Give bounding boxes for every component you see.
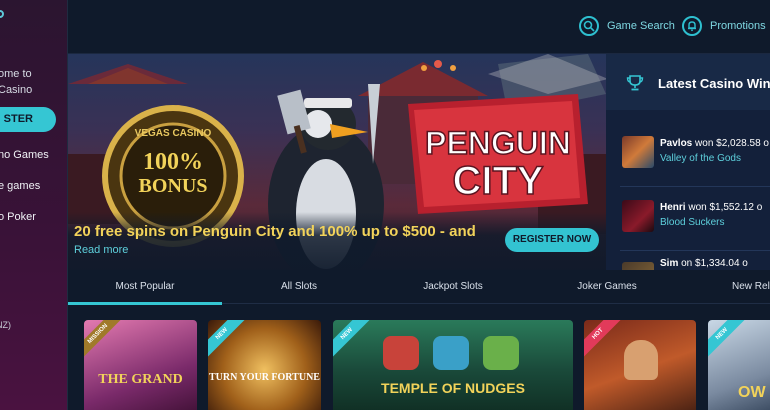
sidebar: ome to Casino STER no Games e games o Po… <box>0 0 68 410</box>
game-grid: MISSION THE GRAND NEW TURN YOUR FORTUNE … <box>68 304 770 410</box>
search-icon <box>579 16 599 36</box>
coin-bonus-text: BONUS <box>139 175 208 197</box>
winners-header: Latest Casino Win <box>606 54 770 110</box>
promotions-label: Promotions <box>710 20 766 32</box>
character-art <box>624 340 658 380</box>
welcome-line-1: ome to <box>0 68 32 80</box>
sidebar-nav: no Games e games o Poker <box>0 148 49 241</box>
game-tile[interactable]: NEW OW <box>708 320 770 410</box>
game-search-label: Game Search <box>607 20 675 32</box>
idol-green <box>483 336 519 370</box>
badge-new: NEW <box>208 320 249 361</box>
game-title: TEMPLE OF NUDGES <box>381 380 525 396</box>
winner-row[interactable]: Sim on $1,334.04 o <box>620 258 770 270</box>
winner-text: Pavlos won $2,028.58 o <box>660 138 769 149</box>
divider <box>620 250 770 251</box>
winner-game-link[interactable]: Blood Suckers <box>660 217 724 228</box>
game-category-tabs: Most Popular All Slots Jackpot Slots Jok… <box>68 270 770 305</box>
badge-new: NEW <box>708 320 749 361</box>
winner-text: Sim on $1,334.04 o <box>660 258 748 269</box>
game-title: TURN YOUR FORTUNE <box>209 372 320 383</box>
read-more-link[interactable]: Read more <box>74 244 128 256</box>
tab-most-popular[interactable]: Most Popular <box>68 270 222 305</box>
game-thumbnail <box>622 200 654 232</box>
sidebar-item-live-games[interactable]: e games <box>0 179 49 210</box>
currency-selector[interactable]: NZ) <box>0 320 11 330</box>
coin-percent-text: 100% <box>143 149 203 175</box>
winner-row[interactable]: Henri won $1,552.12 o Blood Suckers <box>620 200 770 240</box>
welcome-text: ome to Casino <box>0 66 32 98</box>
latest-winners-panel: Latest Casino Win Pavlos won $2,028.58 o… <box>606 54 770 270</box>
game-thumbnail <box>622 262 654 270</box>
tab-all-slots[interactable]: All Slots <box>222 270 376 304</box>
game-title: OW <box>738 384 766 401</box>
tab-new-releases[interactable]: New Rele <box>684 270 770 304</box>
coin-casino-text: VEGAS CASINO <box>135 128 212 139</box>
divider <box>620 186 770 187</box>
trophy-icon <box>626 74 644 97</box>
game-tile[interactable]: HOT <box>584 320 696 410</box>
game-search-button[interactable]: Game Search <box>579 14 675 38</box>
logo-icon[interactable] <box>0 10 4 18</box>
game-title: THE GRAND <box>98 372 183 387</box>
badge-mission: MISSION <box>84 320 125 361</box>
badge-new: NEW <box>333 320 374 361</box>
hero-banner[interactable]: VEGAS CASINO 100% BONUS PENGUIN CITY 20 … <box>68 54 606 270</box>
promotions-button[interactable]: Promotions <box>682 14 766 38</box>
tab-jackpot-slots[interactable]: Jackpot Slots <box>376 270 530 304</box>
register-now-button[interactable]: REGISTER NOW <box>505 228 599 252</box>
idol-red <box>383 336 419 370</box>
hero-headline: 20 free spins on Penguin City and 100% u… <box>74 223 476 240</box>
winner-text: Henri won $1,552.12 o <box>660 202 763 213</box>
game-tile[interactable]: MISSION THE GRAND <box>84 320 197 410</box>
winner-row[interactable]: Pavlos won $2,028.58 o Valley of the God… <box>620 136 770 176</box>
city-title-text: CITY <box>452 159 543 203</box>
tab-joker-games[interactable]: Joker Games <box>530 270 684 304</box>
penguin-title-text: PENGUIN <box>425 125 571 161</box>
game-thumbnail <box>622 136 654 168</box>
bell-icon <box>682 16 702 36</box>
idol-blue <box>433 336 469 370</box>
game-tile[interactable]: NEW TURN YOUR FORTUNE <box>208 320 321 410</box>
sidebar-item-video-poker[interactable]: o Poker <box>0 210 49 241</box>
winner-game-link[interactable]: Valley of the Gods <box>660 153 741 164</box>
badge-hot: HOT <box>584 320 625 361</box>
sidebar-register-button[interactable]: STER <box>0 107 56 132</box>
welcome-line-2: Casino <box>0 84 33 96</box>
game-tile[interactable]: NEW TEMPLE OF NUDGES <box>333 320 573 410</box>
topbar: Game Search Promotions <box>68 0 770 54</box>
winners-title: Latest Casino Win <box>658 76 770 91</box>
sidebar-item-casino-games[interactable]: no Games <box>0 148 49 179</box>
